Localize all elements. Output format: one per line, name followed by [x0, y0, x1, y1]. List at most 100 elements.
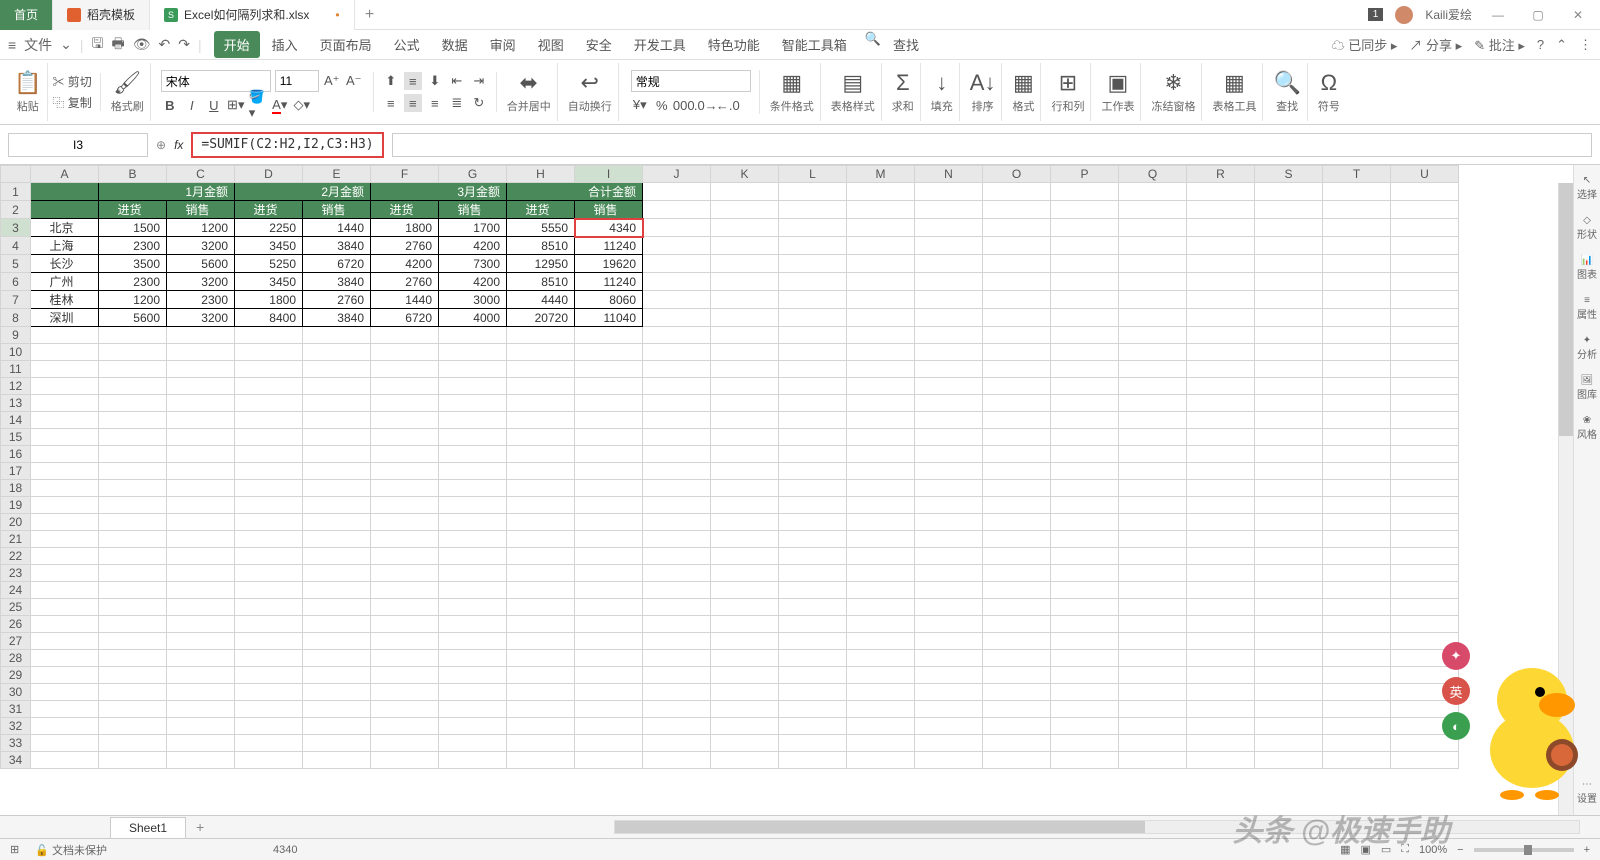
cell[interactable] — [1119, 480, 1187, 497]
cell[interactable] — [371, 514, 439, 531]
cell[interactable] — [1187, 463, 1255, 480]
cell[interactable] — [31, 752, 99, 769]
cell[interactable] — [235, 616, 303, 633]
cell[interactable]: 3840 — [303, 237, 371, 255]
cell[interactable]: 8510 — [507, 237, 575, 255]
cell[interactable] — [1051, 531, 1119, 548]
cell[interactable] — [1187, 616, 1255, 633]
cell[interactable] — [507, 650, 575, 667]
row-header[interactable]: 32 — [1, 718, 31, 735]
cell[interactable] — [439, 684, 507, 701]
cell[interactable] — [235, 650, 303, 667]
cell[interactable] — [847, 463, 915, 480]
cell[interactable] — [711, 599, 779, 616]
cell[interactable] — [847, 616, 915, 633]
formula-extend[interactable] — [392, 133, 1592, 157]
row-header[interactable]: 12 — [1, 378, 31, 395]
cell[interactable] — [779, 497, 847, 514]
cell[interactable]: 6720 — [371, 309, 439, 327]
cell[interactable] — [847, 446, 915, 463]
cell[interactable] — [303, 378, 371, 395]
cell[interactable] — [507, 497, 575, 514]
sum-icon[interactable]: Σ — [896, 70, 910, 96]
cell[interactable] — [847, 718, 915, 735]
cell[interactable] — [507, 718, 575, 735]
cell[interactable] — [371, 378, 439, 395]
cell[interactable] — [1391, 327, 1459, 344]
cell[interactable] — [99, 412, 167, 429]
cell[interactable] — [915, 701, 983, 718]
row-header[interactable]: 34 — [1, 752, 31, 769]
cell[interactable] — [439, 378, 507, 395]
cell[interactable] — [1051, 463, 1119, 480]
cell[interactable] — [507, 684, 575, 701]
tools-icon[interactable]: ▦ — [1224, 70, 1245, 96]
cell[interactable]: 5600 — [99, 309, 167, 327]
cell[interactable]: 3200 — [167, 237, 235, 255]
cell[interactable] — [507, 378, 575, 395]
cell[interactable] — [507, 548, 575, 565]
row-header[interactable]: 21 — [1, 531, 31, 548]
cell[interactable] — [1391, 412, 1459, 429]
cell[interactable] — [575, 497, 643, 514]
row-header[interactable]: 31 — [1, 701, 31, 718]
cell[interactable] — [915, 582, 983, 599]
cell[interactable] — [371, 412, 439, 429]
cell[interactable] — [915, 667, 983, 684]
cell[interactable] — [167, 582, 235, 599]
cell[interactable] — [371, 327, 439, 344]
cell[interactable] — [847, 412, 915, 429]
cell[interactable] — [779, 684, 847, 701]
cell[interactable] — [575, 463, 643, 480]
cell[interactable] — [575, 378, 643, 395]
cell[interactable] — [983, 684, 1051, 701]
cell[interactable] — [1119, 667, 1187, 684]
wrap-icon[interactable]: ↩ — [581, 70, 599, 96]
cell[interactable]: 4340 — [575, 219, 643, 237]
cell[interactable] — [167, 616, 235, 633]
cell[interactable]: 2760 — [303, 291, 371, 309]
numfmt-select[interactable] — [631, 70, 751, 92]
cell[interactable] — [371, 446, 439, 463]
row-header[interactable]: 11 — [1, 361, 31, 378]
row-header[interactable]: 13 — [1, 395, 31, 412]
cell[interactable] — [847, 395, 915, 412]
cell[interactable] — [983, 599, 1051, 616]
cell[interactable] — [31, 684, 99, 701]
cell[interactable] — [507, 701, 575, 718]
add-sheet-button[interactable]: + — [186, 819, 214, 835]
cell[interactable] — [779, 361, 847, 378]
cell[interactable] — [711, 735, 779, 752]
percent-icon[interactable]: % — [653, 96, 671, 114]
cell[interactable] — [1119, 361, 1187, 378]
cell[interactable] — [1051, 735, 1119, 752]
search-icon[interactable]: 🔍 — [865, 31, 881, 58]
cell[interactable] — [983, 514, 1051, 531]
cell[interactable] — [1119, 531, 1187, 548]
col-header[interactable]: B — [99, 166, 167, 183]
cell[interactable] — [847, 531, 915, 548]
col-header[interactable]: I — [575, 166, 643, 183]
cell[interactable] — [779, 718, 847, 735]
cell[interactable] — [31, 429, 99, 446]
cell[interactable] — [643, 718, 711, 735]
cell[interactable] — [643, 582, 711, 599]
cell[interactable] — [1187, 548, 1255, 565]
cell[interactable] — [99, 684, 167, 701]
cell[interactable] — [847, 684, 915, 701]
col-header[interactable]: F — [371, 166, 439, 183]
cell[interactable] — [983, 480, 1051, 497]
cell[interactable] — [575, 480, 643, 497]
cell[interactable] — [439, 463, 507, 480]
cell[interactable] — [643, 735, 711, 752]
cell[interactable] — [847, 480, 915, 497]
cell[interactable] — [643, 378, 711, 395]
row-header[interactable]: 16 — [1, 446, 31, 463]
cell[interactable] — [371, 752, 439, 769]
cell[interactable] — [1051, 344, 1119, 361]
cell[interactable] — [235, 446, 303, 463]
row-header[interactable]: 26 — [1, 616, 31, 633]
cell[interactable] — [915, 378, 983, 395]
cell[interactable]: 2760 — [371, 273, 439, 291]
cell[interactable] — [983, 463, 1051, 480]
